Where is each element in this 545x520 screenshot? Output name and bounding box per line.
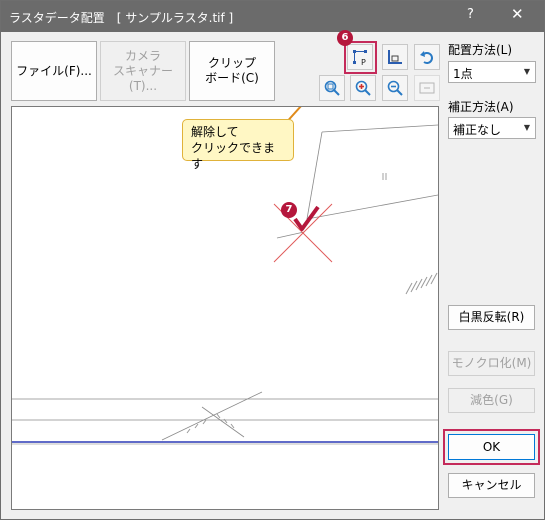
correction-method-label: 補正方法(A) <box>448 100 514 114</box>
undo-icon <box>420 51 433 64</box>
zoom-in-icon <box>355 80 371 96</box>
chevron-down-icon: ▼ <box>523 67 530 76</box>
title-bar: ラスタデータ配置 [ サンプルラスタ.tif ] ? ✕ <box>1 1 544 32</box>
placement-method-label: 配置方法(L) <box>448 43 513 57</box>
raster-placement-dialog: ラスタデータ配置 [ サンプルラスタ.tif ] ? ✕ ファイル(F)... … <box>0 0 545 520</box>
chevron-down-icon: ▼ <box>523 123 530 132</box>
corner-align-icon <box>388 50 402 64</box>
actual-size-button[interactable] <box>414 75 440 101</box>
camera-scanner-button[interactable]: カメラ スキャナー(T)... <box>100 41 186 101</box>
cancel-button[interactable]: キャンセル <box>448 473 535 498</box>
file-button[interactable]: ファイル(F)... <box>11 41 97 101</box>
dialog-title: ラスタデータ配置 [ サンプルラスタ.tif ] <box>9 11 234 25</box>
correction-method-select[interactable]: 補正なし ▼ <box>448 117 536 139</box>
ok-highlight <box>443 429 540 465</box>
reduce-colors-button[interactable]: 減色(G) <box>448 388 535 413</box>
placement-method-select[interactable]: 1点 ▼ <box>448 61 536 83</box>
corner-align-button[interactable] <box>382 44 408 70</box>
zoom-fit-icon <box>324 80 340 96</box>
raster-preview-canvas[interactable] <box>11 106 439 510</box>
help-button[interactable]: ? <box>467 7 474 22</box>
actual-size-icon <box>419 82 435 94</box>
zoom-out-icon <box>387 80 403 96</box>
zoom-fit-button[interactable] <box>319 75 345 101</box>
step6-badge: 6 <box>337 30 353 46</box>
monochrome-button[interactable]: モノクロ化(M) <box>448 351 535 376</box>
correction-method-value: 補正なし <box>453 123 502 137</box>
zoom-out-button[interactable] <box>382 75 408 101</box>
clipboard-button[interactable]: クリップ ボード(C) <box>189 41 275 101</box>
undo-button[interactable] <box>414 44 440 70</box>
placement-method-value: 1点 <box>453 67 473 81</box>
raster-drawing <box>12 107 438 445</box>
hint-callout: 解除して クリックできます <box>182 119 294 171</box>
step7-badge: 7 <box>281 202 297 218</box>
invert-bw-button[interactable]: 白黒反転(R) <box>448 305 535 330</box>
close-button[interactable]: ✕ <box>511 5 524 23</box>
step6-highlight <box>344 41 377 74</box>
zoom-in-button[interactable] <box>350 75 376 101</box>
